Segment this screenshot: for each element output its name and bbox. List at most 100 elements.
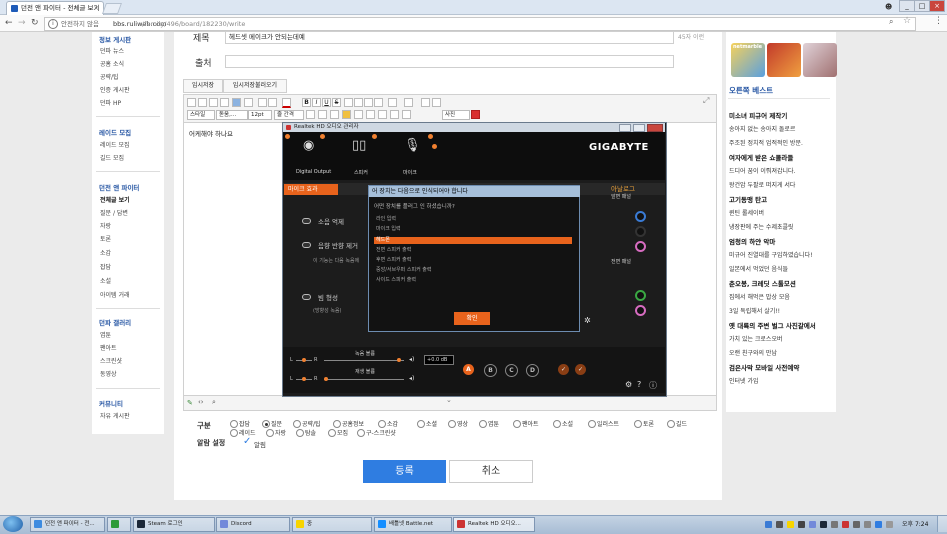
- sidebar-item[interactable]: 소감: [100, 248, 111, 257]
- game-banner-3[interactable]: [803, 43, 837, 77]
- source-input[interactable]: [225, 55, 674, 68]
- tray-ime-icon[interactable]: [875, 521, 882, 528]
- bookmark-star-icon[interactable]: ☆: [903, 16, 911, 26]
- dialog-option[interactable]: 마이크 입력: [374, 226, 572, 233]
- best-topic-title[interactable]: 여자에게 받은 쇼콜라들: [729, 152, 793, 162]
- record-volume-knob[interactable]: [397, 358, 401, 362]
- best-topic-title[interactable]: 춘오봉, 크레딧 스톨모션: [729, 278, 796, 288]
- task-realtek[interactable]: Realtek HD 오디오...: [453, 517, 535, 532]
- task-battlenet[interactable]: 배틀넷 Battle.net: [374, 517, 452, 532]
- sidebar-item[interactable]: 잡담: [100, 262, 111, 271]
- youtube-icon[interactable]: [471, 110, 480, 119]
- category-radio[interactable]: [230, 429, 238, 437]
- toolbar-align-center-icon[interactable]: [354, 98, 363, 107]
- gear-icon[interactable]: ⚙: [625, 380, 632, 389]
- sidebar-item[interactable]: 공홈 소식: [100, 59, 124, 68]
- playback-balance-knob[interactable]: [302, 377, 306, 381]
- category-radio[interactable]: [333, 420, 341, 428]
- category-radio[interactable]: [634, 420, 642, 428]
- best-topic-item[interactable]: 일본에서 먹었던 음식들: [729, 264, 788, 273]
- task-app[interactable]: [107, 517, 131, 532]
- toolbar-ordered-list-icon[interactable]: [388, 98, 397, 107]
- tray-icon[interactable]: [776, 521, 783, 528]
- sidebar-item[interactable]: 공략/팁: [100, 72, 119, 81]
- toolbar-bullet-list-icon[interactable]: [404, 98, 413, 107]
- toolbar-link-icon[interactable]: [306, 110, 315, 119]
- sidebar-item[interactable]: 인증 게시판: [100, 85, 130, 94]
- font-size-select[interactable]: 12pt: [248, 110, 272, 120]
- dialog-ok-button[interactable]: 확인: [454, 312, 490, 325]
- sidebar-item[interactable]: 자유 게시판: [100, 411, 130, 420]
- realtek-maximize-button[interactable]: [633, 124, 645, 132]
- category-radio[interactable]: [357, 429, 365, 437]
- info-circle-icon[interactable]: ⓘ: [649, 380, 657, 391]
- profile-d-button[interactable]: D: [526, 364, 539, 377]
- category-radio[interactable]: [417, 420, 425, 428]
- toolbar-emoticon-icon[interactable]: [342, 110, 351, 119]
- record-mic-icon[interactable]: ◂): [409, 356, 414, 363]
- resize-handle-icon[interactable]: ⌄: [446, 396, 452, 404]
- jack-green-icon[interactable]: [635, 290, 646, 301]
- task-discord[interactable]: Discord: [216, 517, 290, 532]
- sidebar-item[interactable]: 스크린샷: [100, 356, 122, 365]
- toolbar-justify-icon[interactable]: [374, 98, 383, 107]
- submit-button[interactable]: 등록: [363, 460, 446, 483]
- dialog-option[interactable]: 후면 스피커 출력: [374, 257, 572, 264]
- best-topic-item[interactable]: 오랜 친구와의 만남: [729, 348, 777, 357]
- best-topic-title[interactable]: 미소녀 피규어 제작기: [729, 110, 787, 120]
- sidebar-item[interactable]: 질문 / 답변: [100, 208, 128, 217]
- url-field[interactable]: i 안전하지 않음 bbs.ruliweb.com /family/496/bo…: [44, 17, 916, 31]
- sidebar-item[interactable]: 소설: [100, 276, 111, 285]
- profile-check-icon[interactable]: ✓: [558, 364, 569, 375]
- playback-volume-slider[interactable]: [324, 379, 404, 380]
- toolbar-strike-icon[interactable]: S: [332, 98, 341, 107]
- category-radio[interactable]: [328, 429, 336, 437]
- best-topic-item[interactable]: 미규어 진열대를 구입하였습니다!: [729, 250, 813, 259]
- maximize-button[interactable]: □: [914, 0, 930, 12]
- preview-mode-icon[interactable]: ⌕: [212, 398, 216, 407]
- speaker-icon[interactable]: ▯▯: [352, 138, 366, 153]
- style-select[interactable]: 스타일: [187, 110, 215, 120]
- best-topic-item[interactable]: 냉장판에 주는 수제초콜릿: [729, 222, 794, 231]
- best-topic-item[interactable]: 왕건암 두팔로 떠지게 서다: [729, 180, 795, 189]
- realtek-minimize-button[interactable]: [619, 124, 631, 132]
- tray-kakao-icon[interactable]: [787, 521, 794, 528]
- toolbar-quote-icon[interactable]: [354, 110, 363, 119]
- best-topic-item[interactable]: 주조된 정치적 업적적인 방문.: [729, 138, 803, 147]
- best-topic-item[interactable]: 집에서 해먹은 밥상 모음: [729, 292, 790, 301]
- category-radio[interactable]: [553, 420, 561, 428]
- toolbar-font-color-icon[interactable]: [282, 98, 291, 108]
- tray-icon[interactable]: [798, 521, 805, 528]
- best-topic-item[interactable]: 퀸틴 롤세이버: [729, 208, 764, 217]
- toolbar-table-icon[interactable]: [244, 98, 253, 107]
- toolbar-omega-icon[interactable]: [330, 110, 339, 119]
- tray-flag-icon[interactable]: [864, 521, 871, 528]
- dialog-option[interactable]: 사이드 스피커 출력: [374, 277, 572, 284]
- forward-arrow-icon[interactable]: →: [18, 16, 26, 30]
- browser-tab[interactable]: 던전 앤 파이터 - 전체글 보기 ×: [6, 1, 104, 15]
- back-arrow-icon[interactable]: ←: [5, 16, 13, 30]
- tray-realtek-icon[interactable]: [842, 521, 849, 528]
- task-steam[interactable]: Steam 로그인: [133, 517, 215, 532]
- line-spacing-select[interactable]: 줄 간격: [274, 110, 304, 120]
- dialog-option-selected[interactable]: 헤드폰: [374, 237, 572, 244]
- sidebar-item[interactable]: 자랑: [100, 221, 111, 230]
- toolbar-undo-icon[interactable]: [258, 98, 267, 107]
- sidebar-item[interactable]: 던파 뉴스: [100, 46, 124, 55]
- category-radio[interactable]: [667, 420, 675, 428]
- category-radio[interactable]: [296, 429, 304, 437]
- expand-editor-icon[interactable]: ⤢: [703, 96, 709, 106]
- tray-steam-icon[interactable]: [820, 521, 827, 528]
- record-volume-slider[interactable]: [324, 360, 404, 361]
- sidebar-item[interactable]: 엽툰: [100, 330, 111, 339]
- best-topic-title[interactable]: 옛 대륙의 주변 벌그 사진갈에서: [729, 320, 816, 330]
- close-window-button[interactable]: ×: [929, 0, 945, 12]
- toolbar-indent-icon[interactable]: [432, 98, 441, 107]
- dialog-option[interactable]: 중앙/서브우퍼 스피커 출력: [374, 267, 572, 274]
- category-radio[interactable]: [293, 420, 301, 428]
- html-mode-icon[interactable]: ‹›: [198, 398, 204, 406]
- font-select[interactable]: 돋움,…: [216, 110, 248, 120]
- game-banner-2[interactable]: [767, 43, 801, 77]
- sidebar-item[interactable]: 팬아트: [100, 343, 117, 352]
- start-button[interactable]: [3, 516, 23, 532]
